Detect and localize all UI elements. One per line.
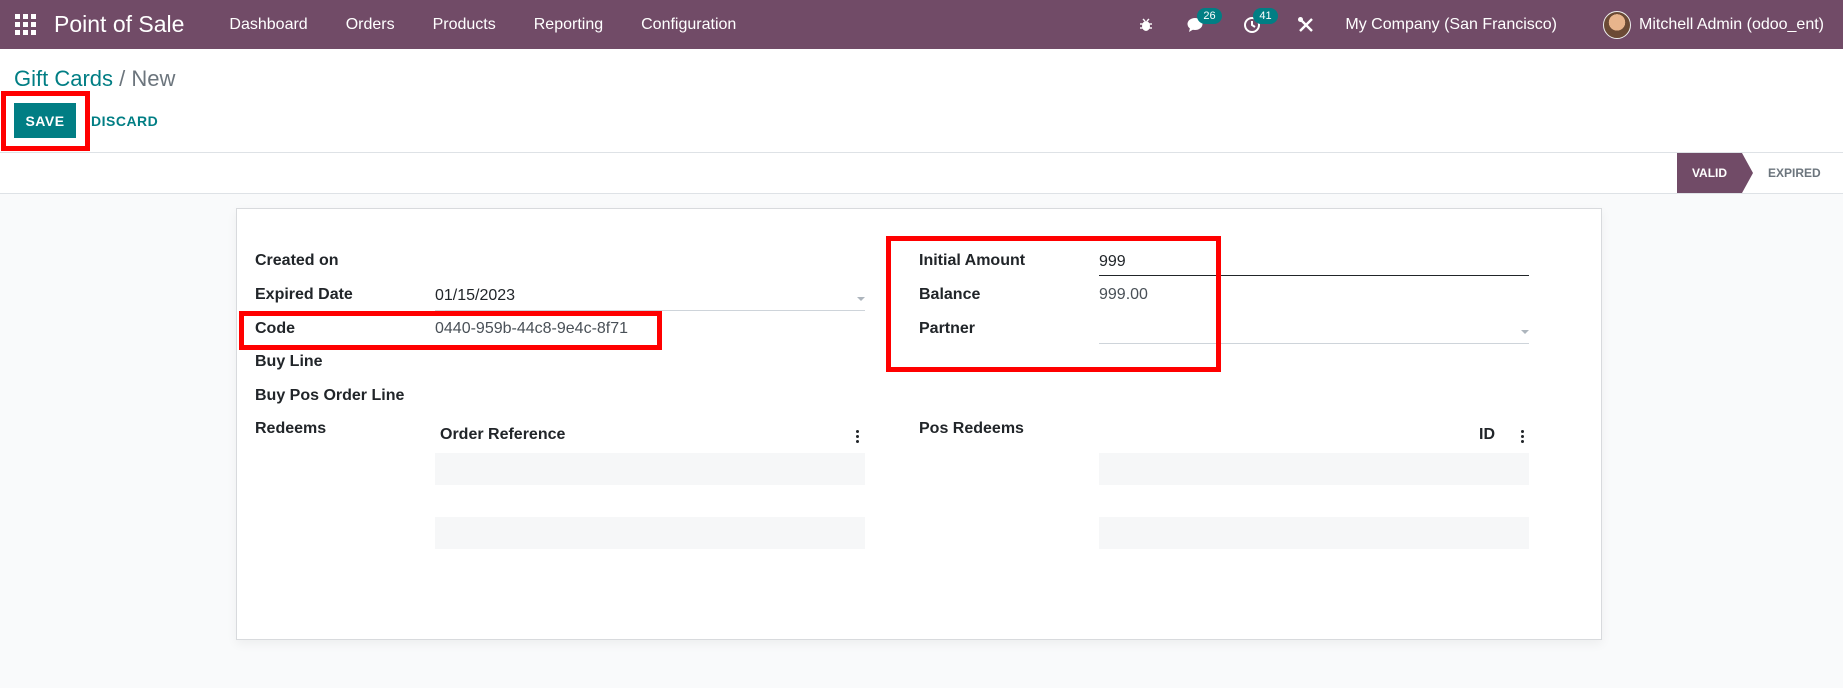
menu-products[interactable]: Products: [414, 0, 515, 49]
partner-underline: [1099, 343, 1529, 344]
chat-icon[interactable]: 26: [1181, 7, 1222, 40]
pos-redeems-label: Pos Redeems: [919, 420, 1024, 437]
stage-valid[interactable]: VALID: [1677, 153, 1742, 193]
redeems-col-order-reference[interactable]: Order Reference: [440, 426, 565, 444]
pos-redeems-empty-row: [1099, 453, 1529, 485]
form-sheet: Created on Expired Date 01/15/2023 Code …: [236, 208, 1602, 640]
partner-field[interactable]: [1099, 320, 1519, 340]
top-navbar: Point of Sale Dashboard Orders Products …: [0, 0, 1843, 49]
breadcrumb: Gift Cards / New: [14, 66, 175, 92]
clock-icon[interactable]: 41: [1237, 7, 1278, 40]
user-name: Mitchell Admin (odoo_ent): [1639, 15, 1824, 33]
code-label: Code: [255, 320, 295, 337]
expired-date-underline: [435, 310, 865, 311]
save-button[interactable]: SAVE: [14, 103, 76, 138]
tools-icon[interactable]: [1291, 10, 1321, 40]
breadcrumb-separator: /: [113, 66, 132, 91]
balance-value: 999.00: [1099, 286, 1148, 303]
status-bar: VALID EXPIRED: [0, 153, 1843, 194]
menu-reporting[interactable]: Reporting: [515, 0, 622, 49]
apps-grid-icon[interactable]: [14, 14, 36, 36]
navbar-systray: 26 41 My Company (San Francisco) Mitchel…: [1131, 0, 1843, 49]
breadcrumb-gift-cards[interactable]: Gift Cards: [14, 66, 113, 91]
menu-orders[interactable]: Orders: [327, 0, 414, 49]
code-value: 0440-959b-44c8-9e4c-8f71: [435, 320, 629, 337]
company-switcher[interactable]: My Company (San Francisco): [1345, 16, 1557, 34]
expired-date-label: Expired Date: [255, 286, 353, 303]
expired-date-field[interactable]: 01/15/2023: [435, 287, 515, 305]
user-menu[interactable]: Mitchell Admin (odoo_ent): [1603, 10, 1824, 39]
avatar: [1603, 10, 1632, 39]
pos-redeems-col-id[interactable]: ID: [1479, 426, 1495, 444]
messages-count-badge: 26: [1197, 7, 1222, 24]
balance-label: Balance: [919, 286, 981, 303]
menu-dashboard[interactable]: Dashboard: [210, 0, 326, 49]
breadcrumb-current: New: [131, 66, 176, 91]
redeems-empty-row: [435, 517, 865, 549]
discard-button[interactable]: DISCARD: [91, 103, 158, 138]
initial-amount-label: Initial Amount: [919, 252, 1026, 269]
created-on-value: [435, 252, 865, 272]
buy-pos-order-line-label: Buy Pos Order Line: [255, 387, 405, 404]
stage-valid-arrow: [1742, 153, 1753, 193]
initial-amount-input[interactable]: 999: [1099, 253, 1126, 271]
activities-count-badge: 41: [1253, 7, 1278, 24]
redeems-empty-row: [435, 453, 865, 485]
control-panel: Gift Cards / New SAVE DISCARD: [0, 49, 1843, 153]
bug-icon[interactable]: [1131, 10, 1161, 40]
pos-redeems-empty-row: [1099, 517, 1529, 549]
menu-configuration[interactable]: Configuration: [622, 0, 755, 49]
partner-dropdown-icon[interactable]: [1521, 330, 1529, 334]
initial-amount-underline: [1099, 275, 1529, 276]
buy-line-label: Buy Line: [255, 353, 323, 370]
stage-expired[interactable]: EXPIRED: [1768, 153, 1821, 193]
pos-redeems-optional-columns-icon[interactable]: [1521, 430, 1525, 445]
partner-label: Partner: [919, 320, 976, 337]
expired-date-dropdown-icon[interactable]: [857, 297, 865, 301]
app-title[interactable]: Point of Sale: [54, 11, 184, 38]
redeems-optional-columns-icon[interactable]: [856, 430, 860, 445]
created-on-label: Created on: [255, 252, 339, 269]
redeems-label: Redeems: [255, 420, 327, 437]
